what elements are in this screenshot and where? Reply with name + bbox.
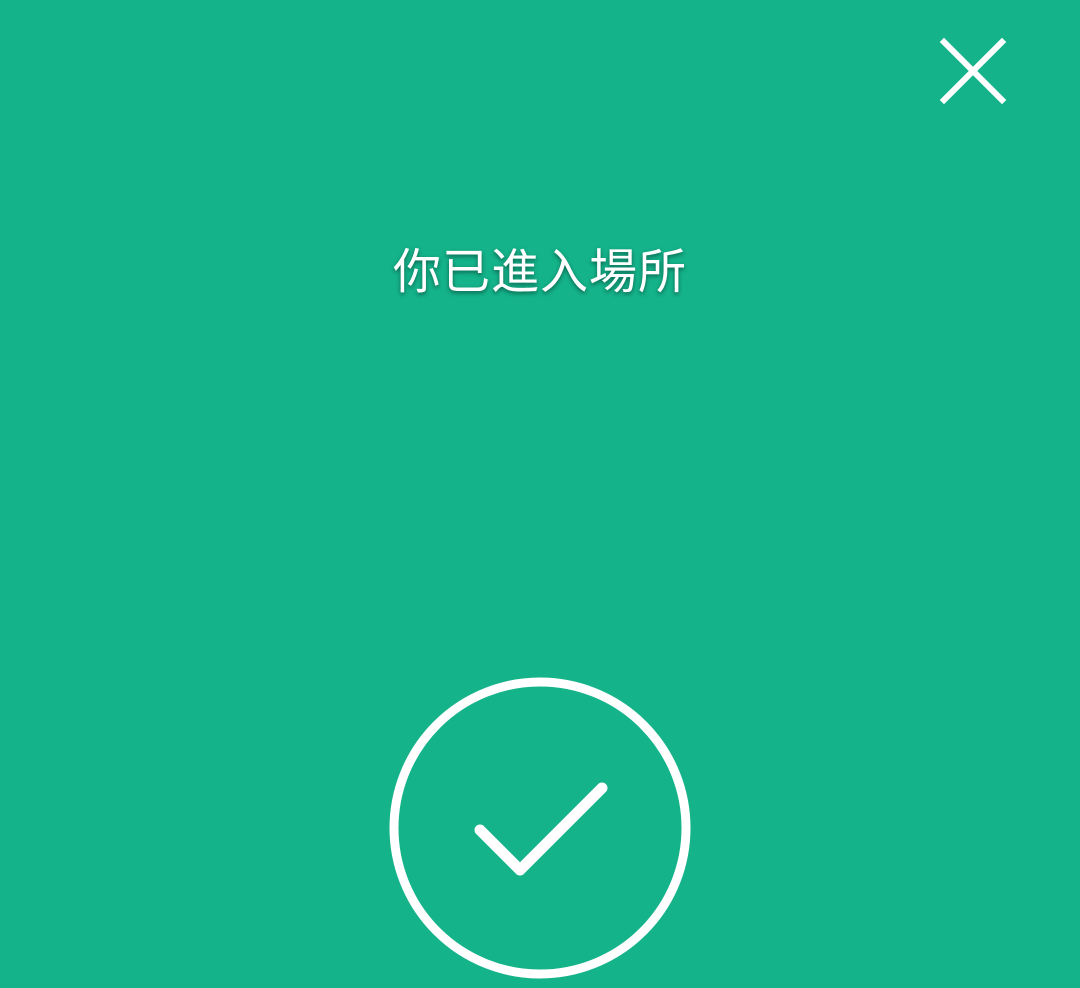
check-in-success-screen: { "screen": { "background_color": "#14b3…	[0, 0, 1080, 988]
page-title: 你已進入場所	[392, 244, 687, 300]
checkmark-icon	[474, 782, 608, 876]
success-indicator	[388, 676, 692, 980]
check-circle-icon	[389, 677, 691, 979]
close-icon	[939, 37, 1007, 105]
close-button[interactable]	[930, 28, 1016, 114]
